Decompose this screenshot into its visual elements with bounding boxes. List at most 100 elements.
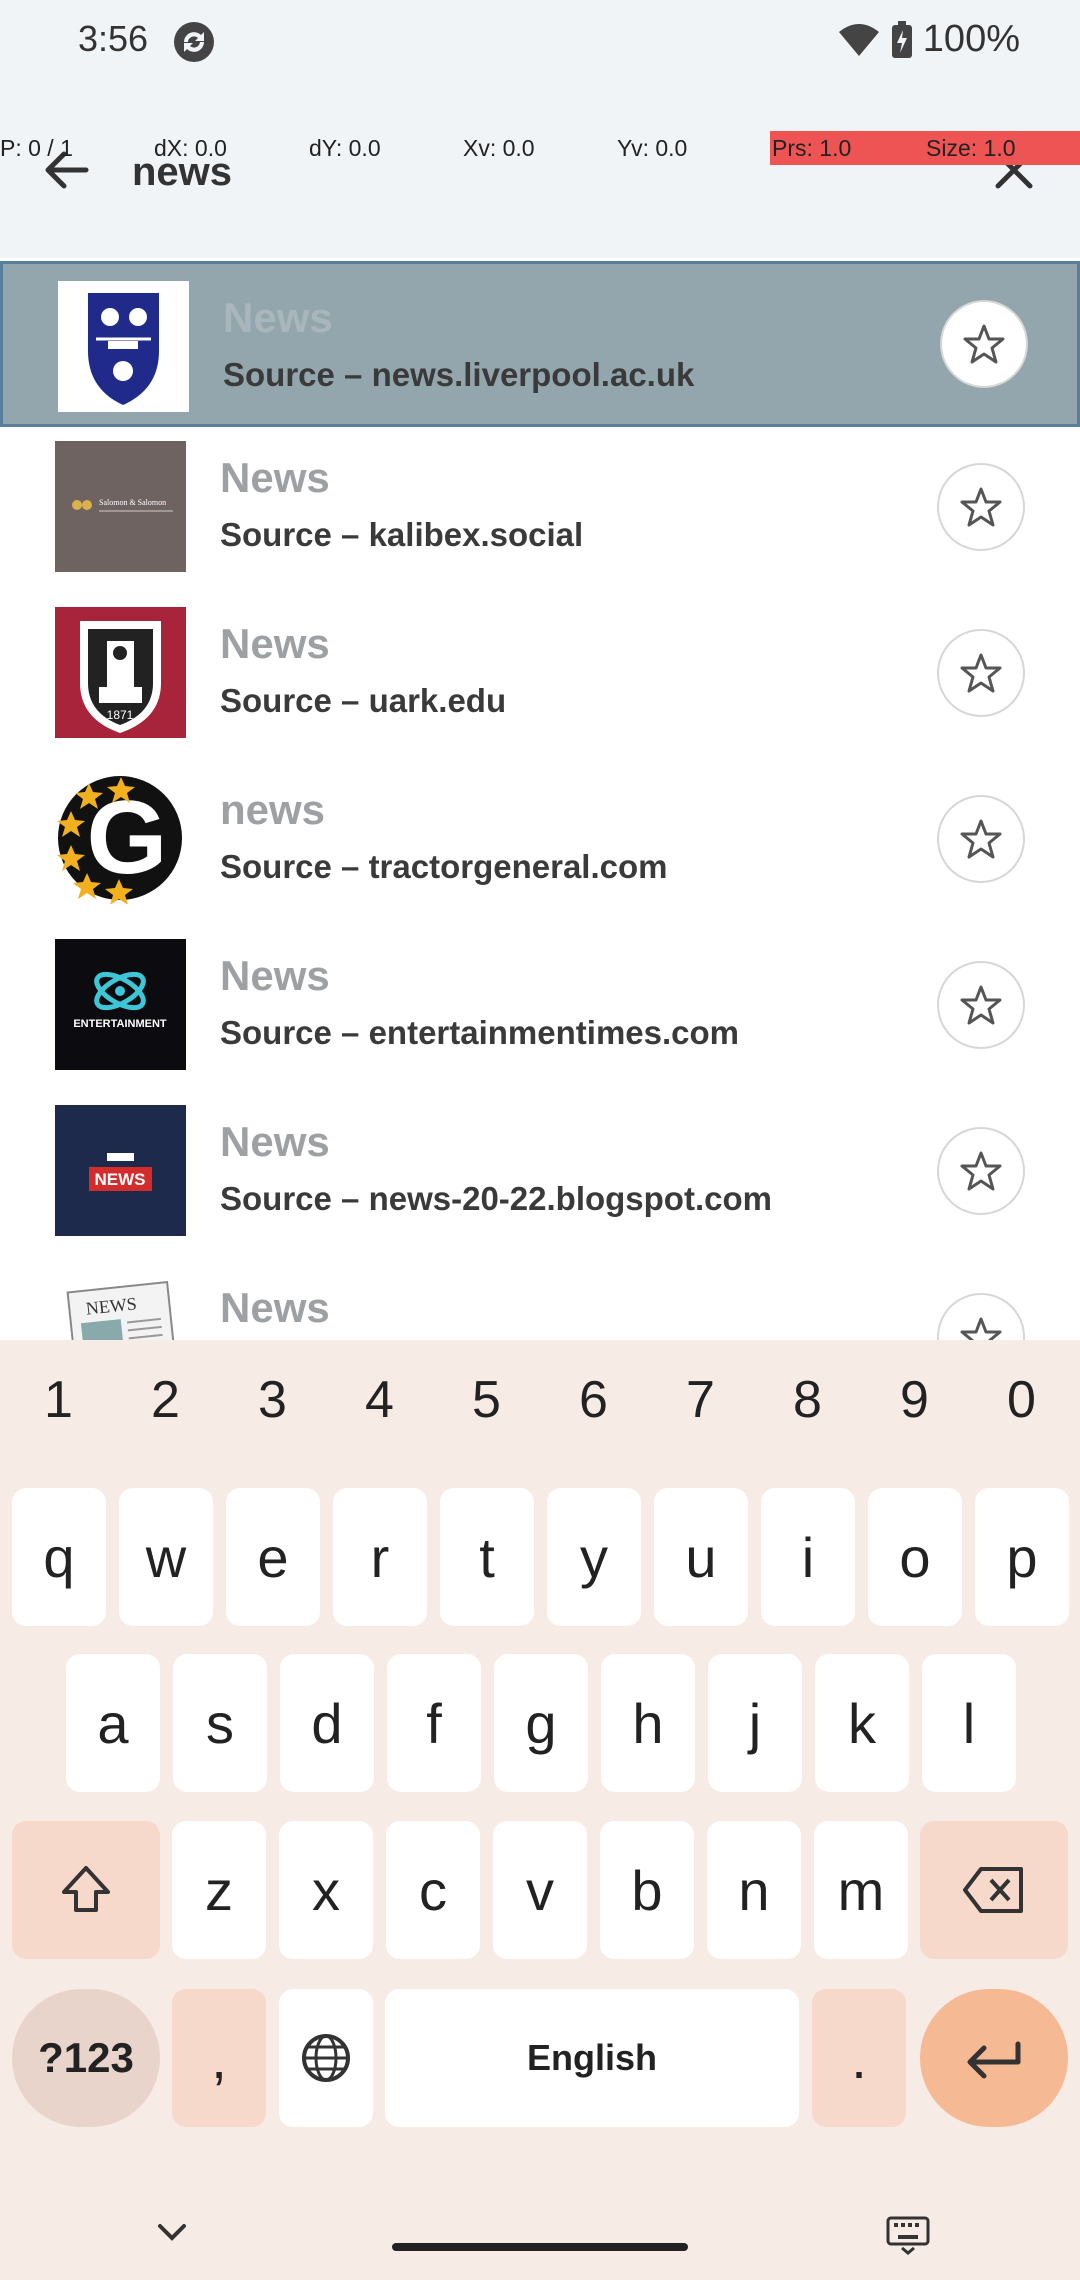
key-g[interactable]: g xyxy=(494,1654,588,1792)
key-q[interactable]: q xyxy=(12,1488,106,1626)
result-source: Source – news-20-22.blogspot.com xyxy=(220,1180,772,1217)
key-n[interactable]: n xyxy=(707,1821,801,1959)
star-icon xyxy=(960,653,1002,693)
result-source: Source – kalibex.social xyxy=(220,516,584,553)
number-key[interactable]: 2 xyxy=(112,1370,219,1430)
list-item[interactable]: News Source – news.liverpool.ac.uk xyxy=(0,261,1080,427)
status-right: 100% xyxy=(837,18,1020,61)
list-item[interactable]: NEWS News Source – news-20-22.blogspot.c… xyxy=(0,1088,1080,1254)
key-j[interactable]: j xyxy=(708,1654,802,1792)
pointer-dy: dY: 0.0 xyxy=(309,135,381,161)
number-key[interactable]: 6 xyxy=(540,1370,647,1430)
key-p[interactable]: p xyxy=(975,1488,1069,1626)
result-title: News xyxy=(220,1118,330,1165)
list-item[interactable]: 1871 News Source – uark.edu xyxy=(0,590,1080,756)
pointer-pressure: Prs: 1.0 xyxy=(770,131,924,165)
list-item[interactable]: G news Source – tractorgeneral.com xyxy=(0,756,1080,922)
chevron-down-icon xyxy=(158,2224,186,2241)
number-key[interactable]: 7 xyxy=(647,1370,754,1430)
on-screen-keyboard: 1234567890 xyxy=(0,1340,1080,2280)
status-time: 3:56 xyxy=(78,18,149,59)
key-e[interactable]: e xyxy=(226,1488,320,1626)
result-title: News xyxy=(223,294,333,341)
key-k[interactable]: k xyxy=(815,1654,909,1792)
list-item[interactable]: Salomon & Salomon News Source – kalibex.… xyxy=(0,424,1080,590)
comma-key[interactable]: , xyxy=(172,1989,266,2127)
space-key[interactable]: English xyxy=(385,1989,799,2127)
favorite-button[interactable] xyxy=(937,961,1025,1049)
key-y[interactable]: y xyxy=(547,1488,641,1626)
key-c[interactable]: c xyxy=(386,1821,480,1959)
key-f[interactable]: f xyxy=(387,1654,481,1792)
result-title: News xyxy=(220,1284,330,1331)
number-key[interactable]: 8 xyxy=(754,1370,861,1430)
pointer-size: Size: 1.0 xyxy=(924,131,1080,165)
number-key[interactable]: 4 xyxy=(326,1370,433,1430)
logo-text: Salomon & Salomon xyxy=(99,498,166,507)
number-key[interactable]: 3 xyxy=(219,1370,326,1430)
shift-key[interactable] xyxy=(12,1821,160,1959)
switch-keyboard-button[interactable] xyxy=(884,2208,932,2256)
pointer-xv: Xv: 0.0 xyxy=(463,135,535,161)
number-key[interactable]: 5 xyxy=(433,1370,540,1430)
number-key[interactable]: 1 xyxy=(5,1370,112,1430)
favorite-button[interactable] xyxy=(940,300,1028,388)
key-o[interactable]: o xyxy=(868,1488,962,1626)
favorite-button[interactable] xyxy=(937,795,1025,883)
number-key[interactable]: 0 xyxy=(968,1370,1075,1430)
favorite-button[interactable] xyxy=(937,629,1025,717)
gesture-handle xyxy=(392,2243,688,2251)
favorite-button[interactable] xyxy=(937,1293,1025,1340)
result-source: Source – uark.edu xyxy=(220,682,507,719)
logo-text: 1871 xyxy=(107,708,134,722)
logo-text: ENTERTAINMENT xyxy=(73,1018,167,1030)
newspaper-icon: NEWS xyxy=(55,1271,186,1340)
favorite-button[interactable] xyxy=(937,1127,1025,1215)
keyboard-icon xyxy=(886,2216,930,2255)
result-title: News xyxy=(220,620,330,667)
pointer-count: P: 0 / 1 xyxy=(0,135,73,161)
key-t[interactable]: t xyxy=(440,1488,534,1626)
star-icon xyxy=(960,1317,1002,1340)
result-title: News xyxy=(220,952,330,999)
salomon-logo-icon: Salomon & Salomon xyxy=(55,441,186,572)
key-i[interactable]: i xyxy=(761,1488,855,1626)
key-z[interactable]: z xyxy=(172,1821,266,1959)
period-key[interactable]: . xyxy=(812,1989,906,2127)
language-key[interactable] xyxy=(279,1989,373,2127)
results-list[interactable]: News Source – news.liverpool.ac.uk Salom… xyxy=(0,258,1080,1340)
battery-icon xyxy=(891,20,913,59)
key-s[interactable]: s xyxy=(173,1654,267,1792)
backspace-key[interactable] xyxy=(920,1821,1068,1959)
list-item[interactable]: NEWS News xyxy=(0,1254,1080,1340)
wifi-icon xyxy=(837,22,881,58)
key-m[interactable]: m xyxy=(814,1821,908,1959)
g-stars-icon: G xyxy=(55,773,186,904)
pointer-location-overlay: P: 0 / 1 dX: 0.0 dY: 0.0 Xv: 0.0 Yv: 0.0… xyxy=(0,131,1080,165)
key-b[interactable]: b xyxy=(600,1821,694,1959)
favorite-button[interactable] xyxy=(937,463,1025,551)
symbols-key[interactable]: ?123 xyxy=(12,1989,160,2127)
shift-icon xyxy=(62,1866,110,1912)
key-r[interactable]: r xyxy=(333,1488,427,1626)
number-key[interactable]: 9 xyxy=(861,1370,968,1430)
enter-key[interactable] xyxy=(920,1989,1068,2127)
pointer-yv: Yv: 0.0 xyxy=(617,135,688,161)
globe-icon xyxy=(302,2034,350,2082)
key-d[interactable]: d xyxy=(280,1654,374,1792)
star-icon xyxy=(960,487,1002,527)
key-l[interactable]: l xyxy=(922,1654,1016,1792)
logo-text: NEWS xyxy=(95,1170,146,1189)
key-h[interactable]: h xyxy=(601,1654,695,1792)
key-v[interactable]: v xyxy=(493,1821,587,1959)
key-u[interactable]: u xyxy=(654,1488,748,1626)
star-icon xyxy=(960,985,1002,1025)
list-item[interactable]: ENTERTAINMENT News Source – entertainmen… xyxy=(0,922,1080,1088)
key-x[interactable]: x xyxy=(279,1821,373,1959)
key-a[interactable]: a xyxy=(66,1654,160,1792)
status-bar: 3:56 100% xyxy=(0,0,1080,84)
key-w[interactable]: w xyxy=(119,1488,213,1626)
enter-arrow-icon xyxy=(967,2041,1021,2079)
hide-keyboard-button[interactable] xyxy=(150,2210,194,2254)
sync-icon xyxy=(172,20,216,64)
